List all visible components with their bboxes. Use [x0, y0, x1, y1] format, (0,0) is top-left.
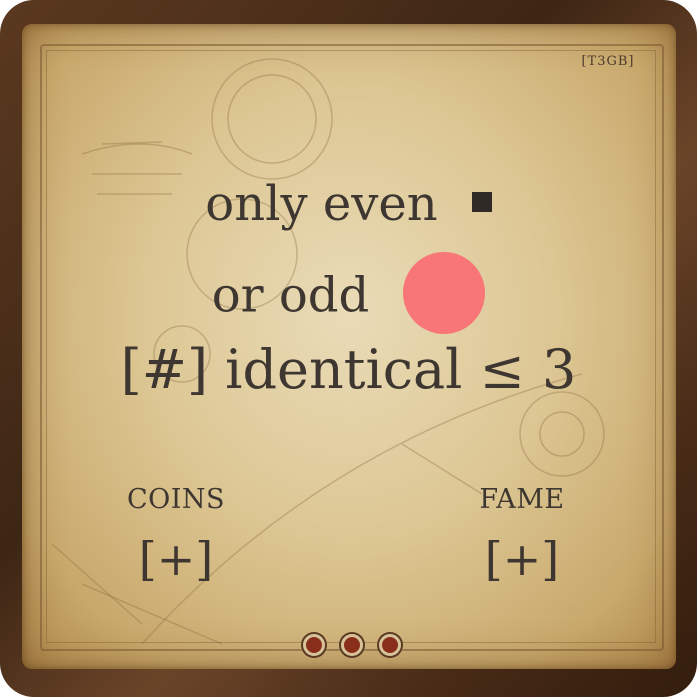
page-dot-3[interactable] — [379, 634, 401, 656]
coins-label: COINS — [126, 484, 226, 515]
square-icon — [471, 191, 492, 212]
page-dot-2[interactable] — [341, 634, 363, 656]
circle-icon — [403, 252, 486, 334]
condition-line-1: only even — [0, 176, 697, 232]
coins-value: [+] — [138, 532, 214, 586]
condition-line-2-text: or odd — [211, 267, 370, 324]
condition-line-2: or odd — [0, 252, 697, 340]
fame-label: FAME — [479, 484, 565, 515]
card-code: [T3GB] — [581, 54, 635, 69]
condition-line-1-text: only even — [205, 176, 438, 232]
condition-line-3: [#] identical ≤ 3 — [0, 338, 697, 401]
page-dot-1[interactable] — [303, 634, 325, 656]
game-card: [T3GB] only even or odd [#] identical ≤ … — [0, 0, 697, 697]
page-indicator — [295, 628, 405, 656]
condition-line-3-text: [#] identical ≤ 3 — [120, 338, 577, 401]
fame-value: [+] — [484, 532, 560, 586]
